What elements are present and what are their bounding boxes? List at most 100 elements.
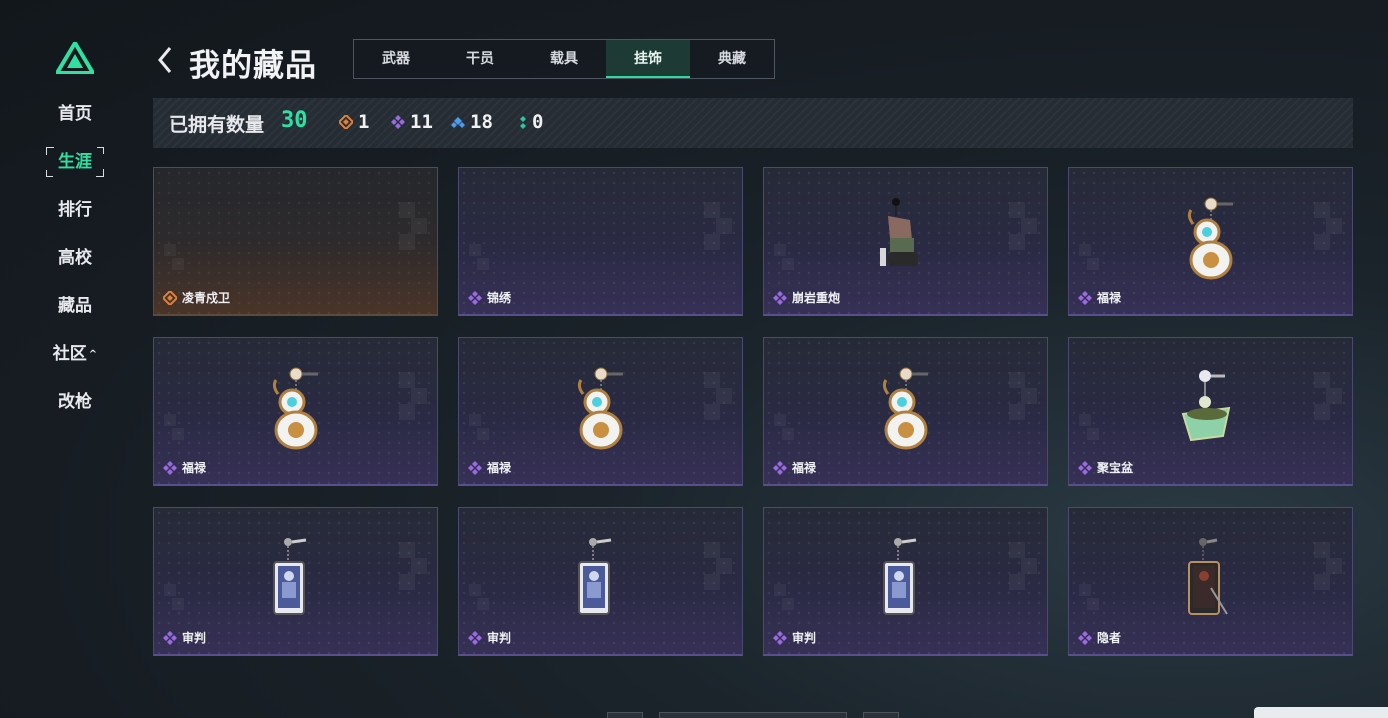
- owned-count-bar: 已拥有数量 30 1 11 18 0: [153, 98, 1353, 148]
- tab-weapons[interactable]: 武器: [354, 40, 438, 78]
- back-arrow-icon[interactable]: [154, 44, 176, 76]
- card-name: 福禄: [792, 461, 817, 475]
- card-name: 锦绣: [487, 291, 512, 305]
- page-indicator: [659, 712, 847, 718]
- card-decoration: [1009, 542, 1037, 612]
- card-name: 审判: [487, 631, 512, 645]
- collection-card[interactable]: 凌青戍卫: [153, 167, 438, 316]
- collection-card[interactable]: 锦绣: [458, 167, 743, 316]
- category-tabs: 武器 干员 载具 挂饰 典藏: [353, 39, 775, 79]
- rarity-orange-number: 1: [358, 111, 370, 133]
- chevron-up-icon: ^: [88, 349, 98, 360]
- charm-image: [882, 538, 916, 615]
- blue-gem-icon: [451, 117, 465, 128]
- nav-ranking-label: 排行: [58, 200, 92, 220]
- nav-career[interactable]: 生涯: [46, 147, 104, 177]
- tab-archive[interactable]: 典藏: [690, 40, 774, 78]
- collection-card[interactable]: 审判: [153, 507, 438, 656]
- card-name: 福禄: [182, 461, 207, 475]
- charm-image: [272, 538, 306, 615]
- orange-gem-icon: [163, 291, 177, 305]
- purple-gem-icon: [773, 291, 787, 305]
- card-decoration: [399, 372, 427, 442]
- nav-university-label: 高校: [58, 248, 92, 268]
- nav-collection[interactable]: 藏品: [46, 291, 104, 321]
- charm-image: [577, 367, 623, 450]
- charm-image: [1187, 538, 1228, 615]
- nav-university[interactable]: 高校: [46, 243, 104, 273]
- sidebar: 首页 生涯 排行 高校 藏品 社区 ^ 改枪: [0, 0, 150, 718]
- nav-career-label: 生涯: [58, 152, 92, 172]
- purple-gem-icon: [1078, 461, 1092, 475]
- card-decoration: [704, 542, 732, 612]
- card-decoration: [469, 244, 489, 274]
- card-name: 福禄: [1097, 291, 1122, 305]
- owned-count-total: 30: [281, 108, 308, 133]
- card-name: 福禄: [487, 461, 512, 475]
- collection-card[interactable]: 福禄: [763, 337, 1048, 486]
- card-decoration: [1009, 202, 1037, 272]
- charm-image: [882, 367, 928, 450]
- purple-gem-icon: [468, 461, 482, 475]
- card-decoration: [1079, 244, 1099, 274]
- collection-card[interactable]: 福禄: [1068, 167, 1353, 316]
- prev-page-button[interactable]: [607, 712, 643, 718]
- next-page-button[interactable]: [863, 712, 899, 718]
- collection-card[interactable]: 审判: [458, 507, 743, 656]
- corner-panel: [1254, 707, 1388, 718]
- card-decoration: [1314, 372, 1342, 442]
- nav-gunsmith[interactable]: 改枪: [46, 387, 104, 417]
- card-decoration: [469, 414, 489, 444]
- collection-card[interactable]: 福禄: [153, 337, 438, 486]
- collection-card[interactable]: 隐者: [1068, 507, 1353, 656]
- collection-card[interactable]: 福禄: [458, 337, 743, 486]
- nav-home[interactable]: 首页: [46, 99, 104, 129]
- charm-image: [1187, 197, 1233, 280]
- nav-community[interactable]: 社区 ^: [46, 339, 104, 369]
- purple-gem-icon: [773, 631, 787, 645]
- card-decoration: [774, 584, 794, 614]
- nav-ranking[interactable]: 排行: [46, 195, 104, 225]
- green-gem-icon: [520, 116, 526, 129]
- card-name: 审判: [792, 631, 817, 645]
- charm-image: [879, 198, 918, 266]
- collection-card[interactable]: 聚宝盆: [1068, 337, 1353, 486]
- rarity-purple-count: 11: [391, 110, 433, 134]
- charm-image: [272, 367, 318, 450]
- card-decoration: [164, 244, 184, 274]
- card-decoration: [704, 202, 732, 272]
- card-name: 审判: [182, 631, 207, 645]
- purple-gem-icon: [468, 291, 482, 305]
- rarity-blue-count: 18: [451, 110, 493, 134]
- card-decoration: [399, 542, 427, 612]
- card-decoration: [469, 584, 489, 614]
- card-decoration: [399, 202, 427, 272]
- rarity-green-count: 0: [519, 110, 543, 134]
- charm-image: [577, 538, 611, 615]
- card-decoration: [1079, 584, 1099, 614]
- tab-charms[interactable]: 挂饰: [606, 40, 690, 78]
- rarity-orange-count: 1: [339, 110, 369, 134]
- purple-gem-icon: [163, 461, 177, 475]
- tab-vehicles[interactable]: 载具: [522, 40, 606, 78]
- collection-card[interactable]: 审判: [763, 507, 1048, 656]
- card-decoration: [774, 414, 794, 444]
- nav-community-label: 社区: [52, 344, 87, 364]
- rarity-green-number: 0: [532, 111, 544, 133]
- card-decoration: [1314, 542, 1342, 612]
- card-decoration: [1079, 414, 1099, 444]
- charm-image: [1181, 370, 1230, 442]
- card-decoration: [164, 584, 184, 614]
- card-name: 凌青戍卫: [182, 291, 231, 305]
- purple-gem-icon: [468, 631, 482, 645]
- card-decoration: [774, 244, 794, 274]
- focus-corner: [97, 147, 104, 154]
- card-name: 聚宝盆: [1097, 461, 1134, 475]
- tab-operators[interactable]: 干员: [438, 40, 522, 78]
- app-logo-icon[interactable]: [56, 42, 94, 74]
- card-decoration: [704, 372, 732, 442]
- nav-collection-label: 藏品: [58, 296, 92, 316]
- collection-card[interactable]: 崩岩重炮: [763, 167, 1048, 316]
- purple-gem-icon: [1078, 631, 1092, 645]
- focus-corner: [46, 170, 53, 177]
